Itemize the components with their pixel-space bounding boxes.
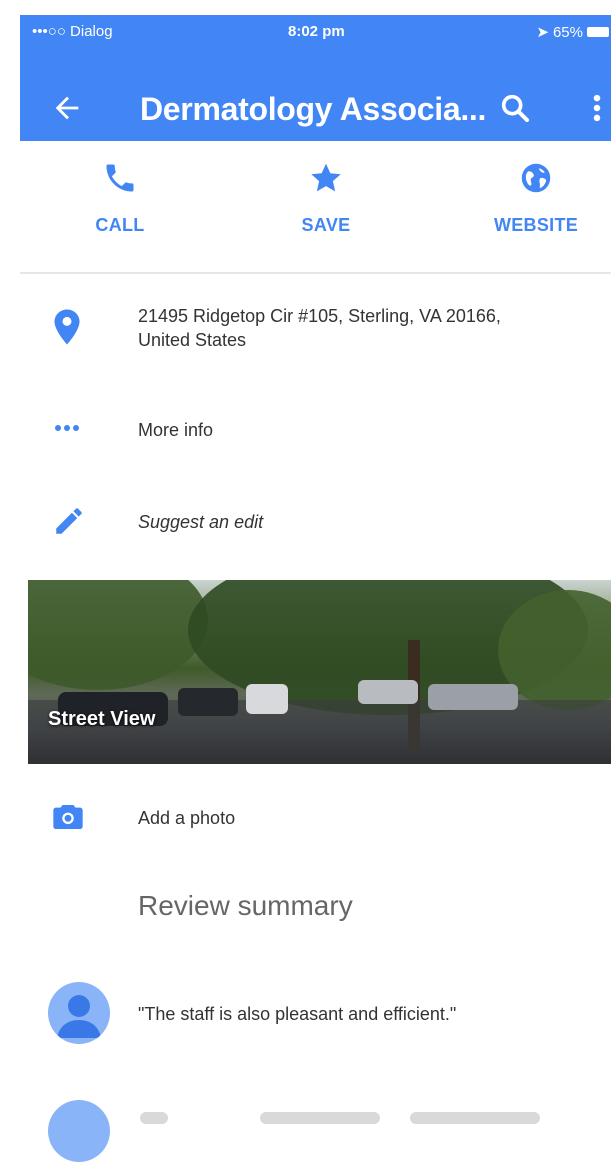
address-text: 21495 Ridgetop Cir #105, Sterling, VA 20… <box>138 304 501 352</box>
suggest-edit-label: Suggest an edit <box>138 512 264 532</box>
search-icon[interactable] <box>498 91 532 130</box>
add-photo-label: Add a photo <box>138 808 236 828</box>
star-icon <box>308 163 344 200</box>
location-pin-icon <box>52 308 82 351</box>
review-quote: "The staff is also pleasant and efficien… <box>138 1004 457 1024</box>
address-row[interactable]: 21495 Ridgetop Cir #105, Sterling, VA 20… <box>20 300 611 370</box>
globe-icon <box>518 163 554 200</box>
add-photo-row[interactable]: Add a photo <box>20 798 611 840</box>
battery-indicator: ➤ 65% <box>536 23 609 41</box>
status-time: 8:02 pm <box>288 23 345 40</box>
save-button[interactable]: SAVE <box>256 160 396 236</box>
avatar <box>48 1100 110 1162</box>
save-label: SAVE <box>301 215 351 235</box>
street-view-label: Street View <box>48 708 156 730</box>
avatar <box>48 982 110 1044</box>
address-line-1: 21495 Ridgetop Cir #105, Sterling, VA 20… <box>138 306 501 326</box>
review-text-placeholder <box>410 1112 540 1124</box>
phone-icon <box>102 164 138 200</box>
street-view-photo <box>28 580 611 764</box>
location-arrow-icon: ➤ <box>536 24 549 41</box>
person-icon <box>57 995 101 1038</box>
call-label: CALL <box>95 215 145 235</box>
more-info-label: More info <box>138 420 214 440</box>
status-bar: •••○○ Dialog 8:02 pm ➤ 65% <box>20 15 611 51</box>
website-label: WEBSITE <box>493 215 579 235</box>
call-button[interactable]: CALL <box>50 160 190 236</box>
action-row: CALL SAVE WEBSITE <box>20 160 611 270</box>
more-info-row[interactable]: More info <box>20 408 611 456</box>
street-view-image[interactable]: Street View <box>28 580 611 764</box>
review-summary-title: Review summary <box>138 890 353 921</box>
review-text-placeholder <box>260 1112 380 1124</box>
arrow-back-icon[interactable] <box>50 91 84 130</box>
website-button[interactable]: WEBSITE <box>466 160 606 236</box>
page-title: Dermatology Associa... <box>140 91 487 127</box>
app-bar: •••○○ Dialog 8:02 pm ➤ 65% Dermatology A… <box>20 15 611 141</box>
address-line-2: United States <box>138 330 247 350</box>
divider <box>20 272 611 274</box>
more-horiz-icon <box>52 418 82 443</box>
battery-percent: 65% <box>552 23 583 41</box>
suggest-edit-row[interactable]: Suggest an edit <box>20 498 611 548</box>
review-text-placeholder <box>140 1112 168 1124</box>
camera-icon <box>52 802 84 837</box>
carrier-label: •••○○ Dialog <box>32 23 113 40</box>
pencil-icon <box>52 504 86 543</box>
battery-icon <box>587 27 609 37</box>
more-vert-icon[interactable] <box>590 91 604 130</box>
